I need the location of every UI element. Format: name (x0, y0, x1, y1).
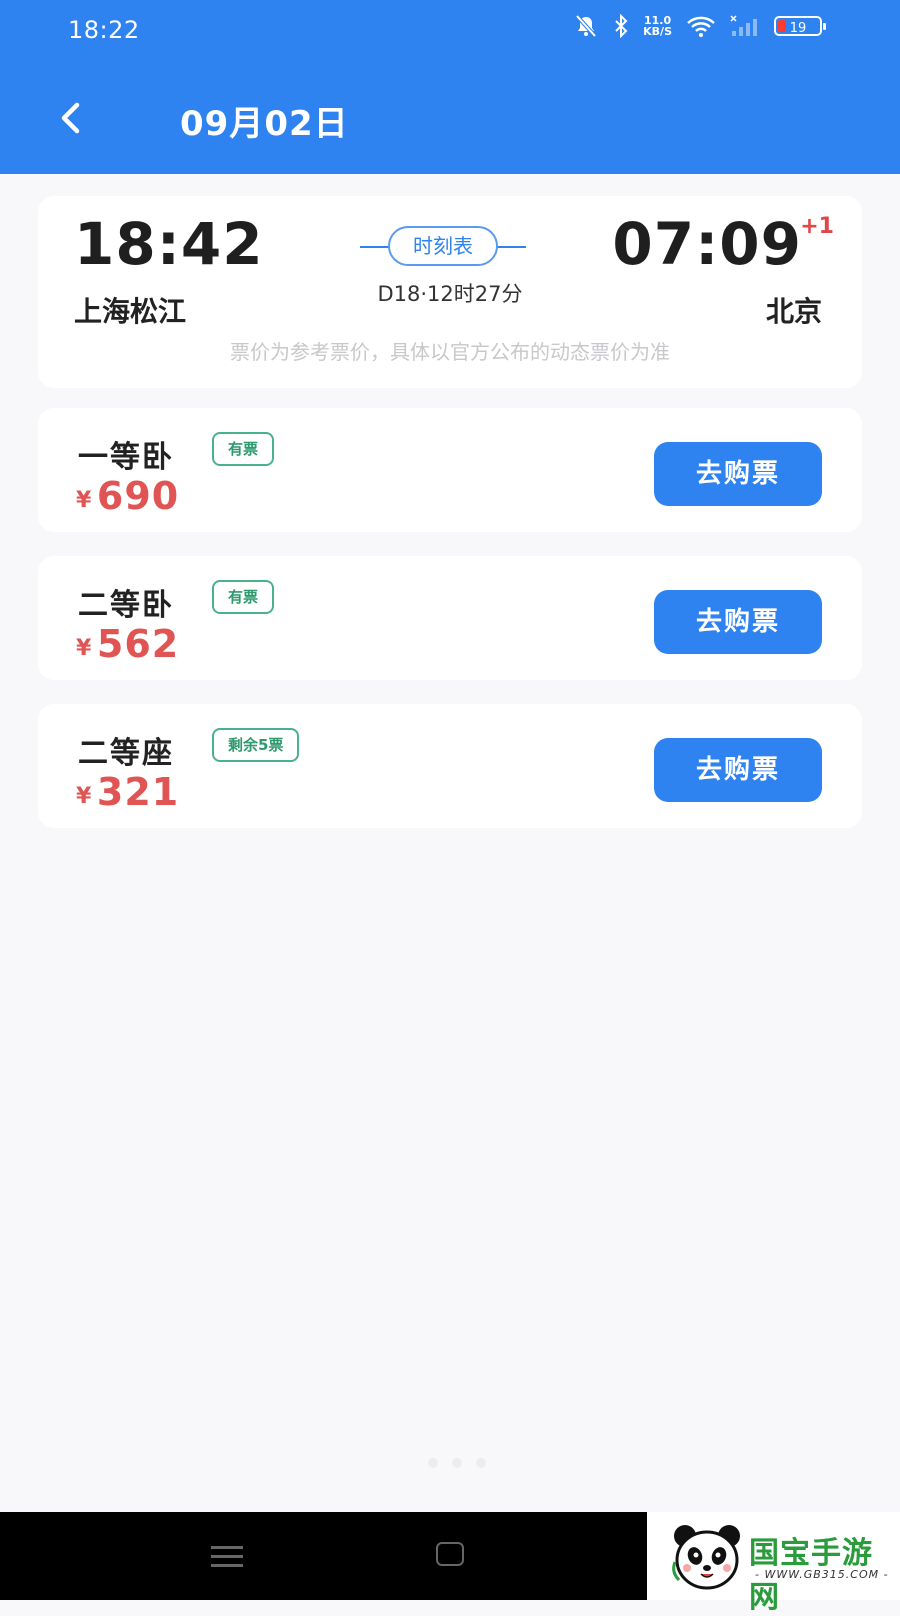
back-button[interactable] (52, 102, 88, 138)
ticket-price: ¥ 321 (76, 770, 179, 814)
arrival-time: 07:09 (612, 210, 802, 278)
seat-class: 二等卧 (78, 588, 174, 623)
system-navigation-bar (0, 1512, 647, 1600)
price-amount: 562 (96, 622, 180, 666)
mute-bell-icon (573, 14, 599, 38)
seat-class: 二等座 (78, 736, 174, 771)
panda-logo-icon (669, 1522, 745, 1598)
ticket-option: 一等卧 有票 ¥ 690 去购票 (38, 408, 862, 532)
arrival-day-offset: +1 (800, 214, 834, 239)
availability-badge: 有票 (212, 580, 275, 614)
status-time: 18:22 (68, 16, 140, 44)
page-indicator (428, 1458, 486, 1468)
price-amount: 690 (96, 474, 180, 518)
net-speed: 11.0 KB/S (643, 14, 672, 38)
status-icons: 11.0 KB/S 19 (573, 14, 826, 38)
watermark-url: - WWW.GB315.COM - (755, 1568, 889, 1581)
departure-station: 上海松江 (74, 295, 187, 328)
arrival-station: 北京 (765, 295, 822, 328)
menu-icon[interactable] (211, 1544, 243, 1574)
page-title: 09月02日 (180, 104, 349, 144)
timetable-control: 时刻表 (360, 226, 526, 268)
app-header: 18:22 11.0 KB/S 19 09月02日 (0, 0, 900, 174)
ticket-option: 二等座 剩余5票 ¥ 321 去购票 (38, 704, 862, 828)
wifi-icon (686, 15, 716, 37)
ticket-option: 二等卧 有票 ¥ 562 去购票 (38, 556, 862, 680)
watermark: 国宝手游网 - WWW.GB315.COM - (647, 1512, 900, 1615)
currency-symbol: ¥ (76, 488, 92, 513)
seat-class: 一等卧 (78, 440, 174, 475)
availability-badge: 有票 (212, 432, 275, 466)
availability-badge: 剩余5票 (212, 728, 300, 762)
battery-indicator: 19 (774, 16, 826, 36)
currency-symbol: ¥ (76, 636, 92, 661)
chevron-left-icon (58, 101, 82, 139)
ticket-price: ¥ 690 (76, 474, 179, 518)
price-note: 票价为参考票价，具体以官方公布的动态票价为准 (230, 340, 670, 364)
buy-ticket-button[interactable]: 去购票 (654, 442, 822, 506)
ticket-price: ¥ 562 (76, 622, 179, 666)
buy-ticket-button[interactable]: 去购票 (654, 738, 822, 802)
price-amount: 321 (96, 770, 180, 814)
home-square-icon[interactable] (436, 1542, 464, 1566)
timetable-button[interactable]: 时刻表 (388, 226, 498, 266)
bluetooth-icon (613, 14, 629, 38)
buy-ticket-button[interactable]: 去购票 (654, 590, 822, 654)
cellular-signal-icon (730, 15, 760, 37)
currency-symbol: ¥ (76, 784, 92, 809)
departure-time: 18:42 (74, 210, 264, 278)
trip-summary-card: 18:42 时刻表 D18·12时27分 07:09 +1 上海松江 北京 票价… (38, 196, 862, 388)
